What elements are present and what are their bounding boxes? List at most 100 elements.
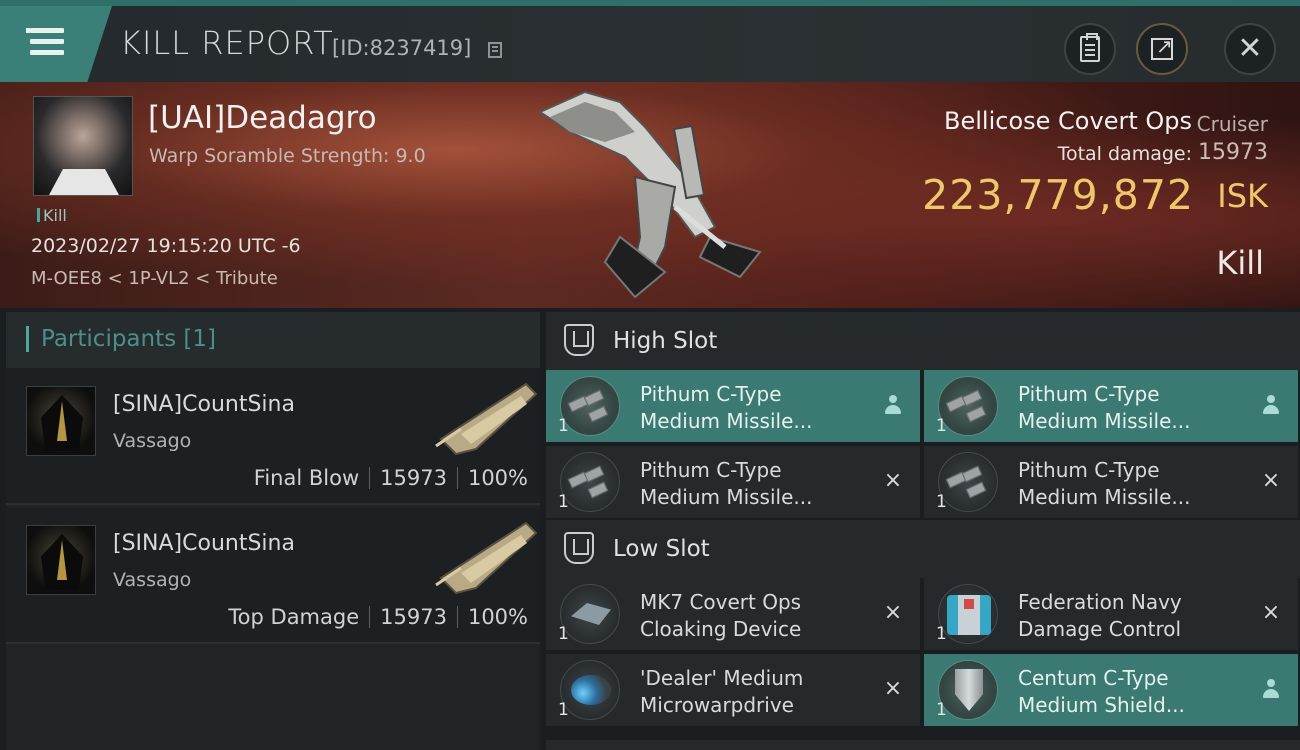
participant-avatar[interactable] bbox=[26, 386, 96, 456]
high-slot-title: High Slot bbox=[613, 328, 718, 354]
participant-row[interactable]: [SINA]CountSina Vassago Final Blow 15973… bbox=[6, 368, 540, 505]
kill-id: [ID:8237419] bbox=[332, 36, 472, 60]
low-slot-header: Low Slot bbox=[546, 520, 1300, 578]
clipboard-icon bbox=[1080, 33, 1100, 62]
module-slot[interactable]: 1 Pithum C-Type Medium Missile... bbox=[546, 370, 920, 442]
low-slot-icon bbox=[564, 532, 594, 564]
module-slot[interactable]: 1 'Dealer' Medium Microwarpdrive × bbox=[546, 654, 920, 726]
module-name: MK7 Covert Ops Cloaking Device bbox=[640, 590, 802, 641]
person-icon bbox=[884, 395, 902, 415]
module-name: Federation Navy Damage Control bbox=[1018, 590, 1182, 641]
clipboard-button[interactable] bbox=[1064, 23, 1116, 75]
divider bbox=[456, 606, 458, 628]
module-name: Pithum C-Type Medium Missile... bbox=[640, 382, 813, 433]
participant-stats: Top Damage 15973 100% bbox=[228, 605, 528, 629]
participant-avatar[interactable] bbox=[26, 525, 96, 595]
participant-percent: 100% bbox=[467, 605, 528, 629]
damage-control-icon bbox=[938, 584, 998, 644]
kill-datetime: 2023/02/27 19:15:20 UTC -6 bbox=[31, 235, 301, 257]
module-slot[interactable]: 1 Pithum C-Type Medium Missile... × bbox=[924, 446, 1298, 518]
missile-launcher-icon bbox=[938, 376, 998, 436]
total-damage-value: 15973 bbox=[1198, 140, 1268, 165]
victim-ship-name[interactable]: Bellicose Covert Ops bbox=[944, 107, 1192, 135]
close-icon: ✕ bbox=[1237, 31, 1263, 66]
cloaking-device-icon bbox=[560, 584, 620, 644]
warp-scramble-strength: Warp Soramble Strength: 9.0 bbox=[149, 145, 426, 167]
module-quantity: 1 bbox=[936, 492, 947, 512]
victim-portrait[interactable] bbox=[33, 96, 133, 196]
module-slot[interactable]: 1 Pithum C-Type Medium Missile... × bbox=[546, 446, 920, 518]
victim-name[interactable]: [UAI]Deadagro bbox=[148, 100, 377, 136]
participants-title: Participants [1] bbox=[41, 326, 216, 352]
low-slot-title: Low Slot bbox=[613, 536, 710, 562]
missile-launcher-icon bbox=[560, 376, 620, 436]
close-button[interactable]: ✕ bbox=[1224, 23, 1276, 75]
victim-ship-class: Cruiser bbox=[1196, 112, 1268, 136]
dropped-status bbox=[1260, 677, 1282, 701]
menu-button[interactable] bbox=[0, 6, 112, 82]
participants-panel: Participants [1] [SINA]CountSina Vassago… bbox=[6, 312, 540, 750]
participant-role: Final Blow bbox=[253, 466, 360, 490]
missile-launcher-icon bbox=[560, 452, 620, 512]
module-name: Centum C-Type Medium Shield... bbox=[1018, 666, 1185, 717]
person-icon bbox=[1262, 395, 1280, 415]
copy-icon[interactable] bbox=[488, 42, 502, 58]
victim-ship-image[interactable] bbox=[525, 87, 775, 302]
module-slot[interactable]: 1 Centum C-Type Medium Shield... bbox=[924, 654, 1298, 726]
module-slot[interactable]: 1 Pithum C-Type Medium Missile... bbox=[924, 370, 1298, 442]
participant-ship-image[interactable] bbox=[431, 374, 541, 464]
page-title: KILL REPORT bbox=[120, 24, 334, 62]
module-quantity: 1 bbox=[558, 492, 569, 512]
module-name: 'Dealer' Medium Microwarpdrive bbox=[640, 666, 804, 717]
participant-damage: 15973 bbox=[380, 466, 447, 490]
missile-launcher-icon bbox=[938, 452, 998, 512]
participant-damage: 15973 bbox=[380, 605, 447, 629]
dropped-status bbox=[1260, 393, 1282, 417]
participants-header: Participants [1] bbox=[6, 312, 540, 368]
participant-percent: 100% bbox=[467, 466, 528, 490]
shield-extender-icon bbox=[938, 660, 998, 720]
destroyed-x-icon: × bbox=[883, 468, 903, 493]
module-slot[interactable]: 1 MK7 Covert Ops Cloaking Device × bbox=[546, 578, 920, 650]
module-quantity: 1 bbox=[558, 624, 569, 644]
participant-ship-image[interactable] bbox=[431, 513, 541, 603]
isk-value: 223,779,872 bbox=[922, 171, 1194, 219]
share-icon bbox=[1151, 34, 1173, 60]
module-quantity: 1 bbox=[936, 624, 947, 644]
participant-ship: Vassago bbox=[113, 569, 192, 591]
participant-row[interactable]: [SINA]CountSina Vassago Top Damage 15973… bbox=[6, 507, 540, 644]
divider bbox=[369, 606, 371, 628]
destroyed-x-icon: × bbox=[883, 676, 903, 701]
destroyed-x-icon: × bbox=[1261, 468, 1281, 493]
destroyed-x-icon: × bbox=[1261, 600, 1281, 625]
module-slot[interactable]: 1 Federation Navy Damage Control × bbox=[924, 578, 1298, 650]
victim-banner: [UAI]Deadagro Warp Soramble Strength: 9.… bbox=[0, 82, 1300, 308]
participant-role: Top Damage bbox=[228, 605, 360, 629]
share-button[interactable] bbox=[1136, 23, 1188, 75]
kill-tag: Kill bbox=[37, 206, 67, 225]
person-icon bbox=[1262, 679, 1280, 699]
divider bbox=[369, 467, 371, 489]
participant-stats: Final Blow 15973 100% bbox=[254, 466, 528, 490]
microwarpdrive-icon bbox=[560, 660, 620, 720]
module-quantity: 1 bbox=[558, 416, 569, 436]
participant-name[interactable]: [SINA]CountSina bbox=[113, 531, 295, 556]
next-slot-header-partial bbox=[546, 740, 1300, 750]
module-quantity: 1 bbox=[936, 700, 947, 720]
divider bbox=[456, 467, 458, 489]
module-name: Pithum C-Type Medium Missile... bbox=[1018, 458, 1191, 509]
total-damage-label: Total damage: bbox=[1057, 143, 1192, 165]
module-name: Pithum C-Type Medium Missile... bbox=[1018, 382, 1191, 433]
module-quantity: 1 bbox=[936, 416, 947, 436]
participant-ship: Vassago bbox=[113, 430, 192, 452]
isk-unit: ISK bbox=[1217, 177, 1268, 215]
result-label: Kill bbox=[1216, 244, 1264, 282]
destroyed-x-icon: × bbox=[883, 600, 903, 625]
module-name: Pithum C-Type Medium Missile... bbox=[640, 458, 813, 509]
high-slot-header: High Slot bbox=[546, 312, 1300, 370]
dropped-status bbox=[882, 393, 904, 417]
module-quantity: 1 bbox=[558, 700, 569, 720]
participant-name[interactable]: [SINA]CountSina bbox=[113, 392, 295, 417]
fitting-panel: High Slot 1 Pithum C-Type Medium Missile… bbox=[546, 312, 1300, 750]
kill-location: M-OEE8 < 1P-VL2 < Tribute bbox=[31, 268, 278, 289]
